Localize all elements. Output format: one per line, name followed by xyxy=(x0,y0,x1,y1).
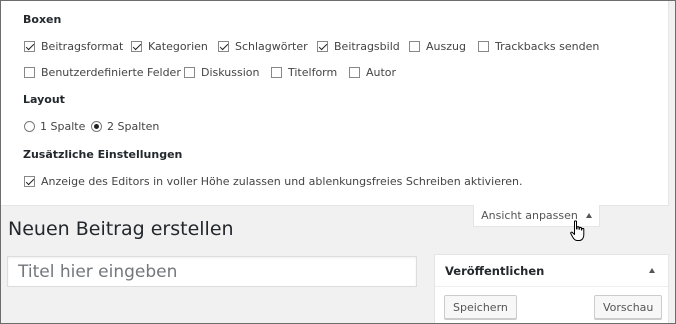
layout-heading: Layout xyxy=(23,93,65,106)
screen-options-tab-label: Ansicht anpassen xyxy=(481,209,578,222)
option-kategorien[interactable]: Kategorien xyxy=(131,40,208,53)
option-titelform[interactable]: Titelform xyxy=(271,66,337,79)
checkbox[interactable] xyxy=(24,176,35,187)
checkbox[interactable] xyxy=(409,41,420,52)
option-diskussion[interactable]: Diskussion xyxy=(184,66,259,79)
radio-button[interactable] xyxy=(24,121,35,132)
publish-box-header[interactable]: Veröffentlichen xyxy=(435,255,668,287)
radio-button[interactable] xyxy=(91,121,102,132)
hand-pointer-icon xyxy=(570,220,585,241)
publish-box: Veröffentlichen Speichern Vorschau xyxy=(434,254,669,324)
layout-2-columns[interactable]: 2 Spalten xyxy=(91,120,159,133)
arrow-up-icon xyxy=(585,213,592,218)
page-title: Neuen Beitrag erstellen xyxy=(8,218,234,240)
checkbox[interactable] xyxy=(349,67,360,78)
boxes-heading: Boxen xyxy=(23,13,62,26)
screen-options-panel: Boxen Beitragsformat Kategorien Schlagwö… xyxy=(0,0,669,206)
option-editor-full-height[interactable]: Anzeige des Editors in voller Höhe zulas… xyxy=(24,175,523,188)
checkbox[interactable] xyxy=(218,41,229,52)
post-title-input[interactable] xyxy=(7,256,417,287)
additional-settings-heading: Zusätzliche Einstellungen xyxy=(23,148,183,161)
layout-1-column[interactable]: 1 Spalte xyxy=(24,120,85,133)
option-auszug[interactable]: Auszug xyxy=(409,40,466,53)
checkbox[interactable] xyxy=(24,41,35,52)
checkbox[interactable] xyxy=(184,67,195,78)
checkbox[interactable] xyxy=(131,41,142,52)
publish-box-title: Veröffentlichen xyxy=(445,263,545,278)
option-trackbacks[interactable]: Trackbacks senden xyxy=(478,40,599,53)
option-beitragsbild[interactable]: Beitragsbild xyxy=(317,40,400,53)
save-draft-button[interactable]: Speichern xyxy=(444,295,517,319)
option-schlagwoerter[interactable]: Schlagwörter xyxy=(218,40,308,53)
preview-button[interactable]: Vorschau xyxy=(594,295,663,319)
checkbox[interactable] xyxy=(317,41,328,52)
option-autor[interactable]: Autor xyxy=(349,66,396,79)
checkbox[interactable] xyxy=(24,67,35,78)
checkbox[interactable] xyxy=(271,67,282,78)
checkbox[interactable] xyxy=(478,41,489,52)
arrow-up-icon[interactable] xyxy=(649,268,655,273)
option-benutzerdefinierte-felder[interactable]: Benutzerdefinierte Felder xyxy=(24,66,181,79)
option-beitragsformat[interactable]: Beitragsformat xyxy=(24,40,123,53)
